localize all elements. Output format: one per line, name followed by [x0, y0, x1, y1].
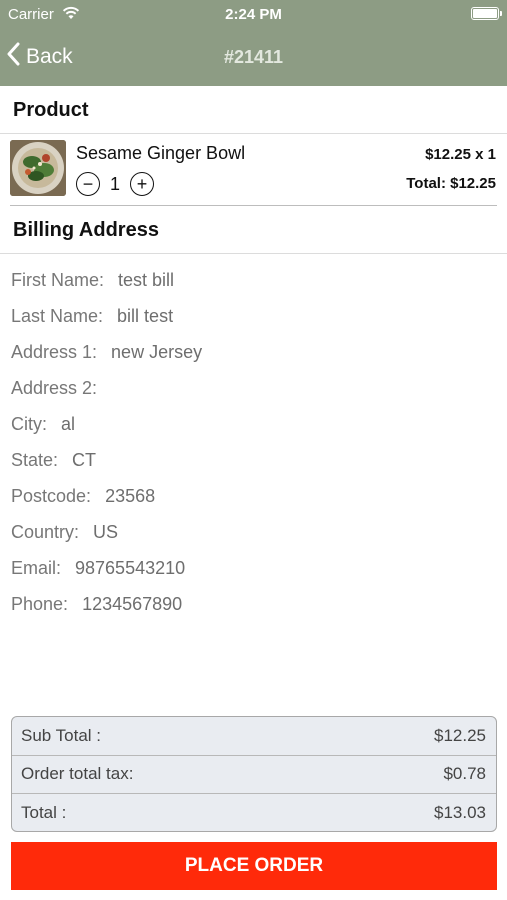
field-label: Address 1:: [11, 341, 98, 362]
battery-icon: [471, 7, 502, 20]
field-value: CT: [72, 449, 97, 470]
quantity-value: 1: [110, 173, 121, 194]
field-label: Phone:: [11, 593, 69, 614]
billing-section-header: Billing Address: [0, 206, 507, 254]
order-number-title: #21411: [223, 47, 284, 67]
field-value: 23568: [105, 485, 156, 506]
tax-label: Order total tax:: [21, 764, 134, 784]
field-label: City:: [11, 413, 47, 434]
field-value: al: [61, 413, 76, 434]
grand-total-label: Total :: [21, 803, 67, 823]
product-item: Sesame Ginger Bowl − 1 + $12.25 x 1 Tota…: [0, 134, 507, 206]
billing-field-city: City: al: [11, 406, 497, 442]
order-totals-box: Sub Total : $12.25 Order total tax: $0.7…: [11, 716, 497, 832]
product-total: Total: $12.25: [406, 175, 496, 192]
navigation-bar: Back #21411: [0, 28, 507, 86]
billing-field-email: Email: 98765543210: [11, 550, 497, 586]
grand-total-value: $13.03: [434, 803, 486, 823]
product-section-header: Product: [0, 86, 507, 134]
billing-field-address-1: Address 1: new Jersey: [11, 334, 497, 370]
field-label: Country:: [11, 521, 80, 542]
status-bar: Carrier 2:24 PM: [0, 0, 507, 28]
billing-field-state: State: CT: [11, 442, 497, 478]
product-heading: Product: [13, 99, 89, 121]
field-value: US: [93, 521, 119, 542]
grand-total-row: Total : $13.03: [12, 794, 496, 831]
plus-icon: +: [136, 174, 148, 194]
tax-row: Order total tax: $0.78: [12, 756, 496, 794]
field-value: new Jersey: [111, 341, 203, 362]
field-value: bill test: [117, 305, 174, 326]
unit-price: $12.25 x 1: [425, 146, 496, 163]
field-value: test bill: [118, 269, 175, 290]
subtotal-row: Sub Total : $12.25: [12, 717, 496, 756]
billing-field-first-name: First Name: test bill: [11, 262, 497, 298]
field-value: 1234567890: [82, 593, 183, 614]
field-label: State:: [11, 449, 59, 470]
billing-field-phone: Phone: 1234567890: [11, 586, 497, 622]
field-label: Postcode:: [11, 485, 92, 506]
field-label: Address 2:: [11, 377, 98, 398]
tax-value: $0.78: [443, 764, 486, 784]
product-image: [10, 140, 66, 196]
field-value: 98765543210: [75, 557, 186, 578]
billing-field-country: Country: US: [11, 514, 497, 550]
minus-icon: −: [82, 174, 94, 194]
billing-field-address-2: Address 2:: [11, 370, 497, 406]
billing-heading: Billing Address: [13, 219, 159, 241]
decrease-quantity-button[interactable]: −: [76, 172, 100, 196]
billing-field-last-name: Last Name: bill test: [11, 298, 497, 334]
subtotal-value: $12.25: [434, 725, 486, 745]
subtotal-label: Sub Total :: [21, 725, 102, 745]
quantity-stepper: − 1 +: [76, 172, 155, 196]
field-label: Last Name:: [11, 305, 104, 326]
increase-quantity-button[interactable]: +: [130, 172, 155, 196]
product-name: Sesame Ginger Bowl: [76, 143, 246, 163]
field-label: Email:: [11, 557, 62, 578]
status-time: 2:24 PM: [225, 6, 282, 23]
place-order-button[interactable]: PLACE ORDER: [11, 842, 497, 890]
billing-fields: First Name: test bill Last Name: bill te…: [11, 262, 497, 622]
billing-field-postcode: Postcode: 23568: [11, 478, 497, 514]
field-label: First Name:: [11, 269, 105, 290]
